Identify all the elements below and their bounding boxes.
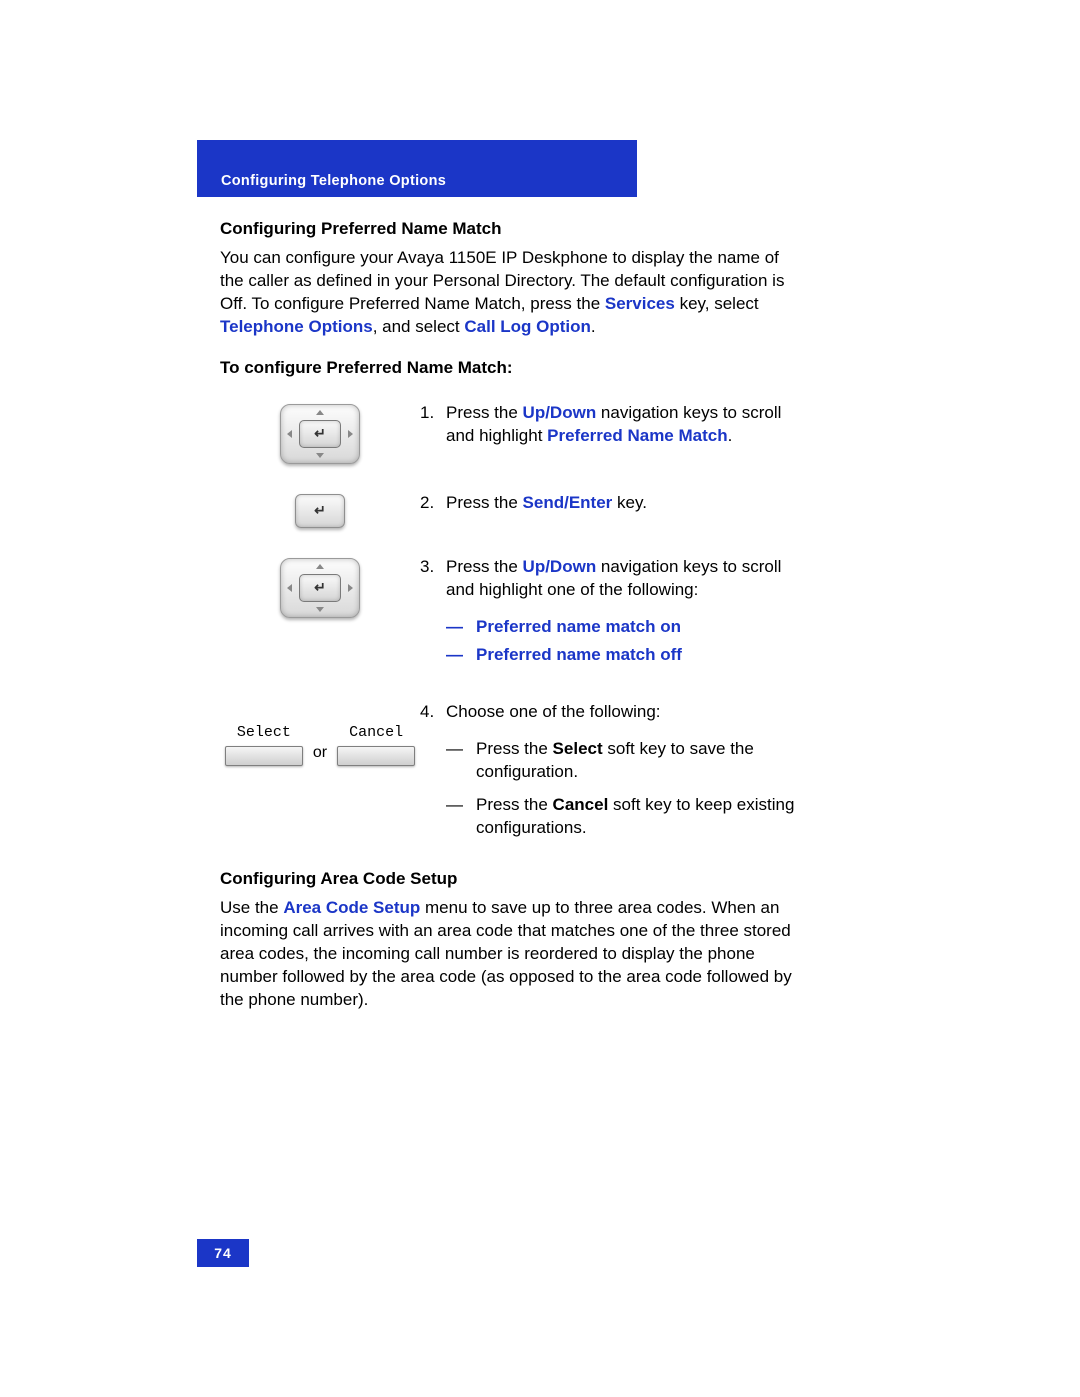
step-number: 1. bbox=[420, 402, 446, 448]
step-subtext: Press the Select soft key to save the co… bbox=[476, 738, 795, 784]
step-text: Press the bbox=[476, 795, 553, 814]
steps-list: ↵ 1. Press the Up/Down navigation keys t… bbox=[220, 402, 795, 850]
step-body: Choose one of the following: — Press the… bbox=[446, 701, 795, 850]
step-body: Press the Up/Down navigation keys to scr… bbox=[446, 556, 795, 674]
chapter-header-bar: Configuring Telephone Options bbox=[197, 140, 637, 197]
cancel-softkey-icon: Cancel bbox=[337, 723, 415, 765]
step-row: ↵ 3. Press the Up/Down navigation keys t… bbox=[220, 556, 795, 674]
step-subtext: Press the Cancel soft key to keep existi… bbox=[476, 794, 795, 840]
option-on: Preferred name match on bbox=[476, 616, 681, 639]
select-bold: Select bbox=[553, 739, 603, 758]
para-text: Use the bbox=[220, 898, 283, 917]
step-text: . bbox=[728, 426, 733, 445]
section-area-code: Configuring Area Code Setup Use the Area… bbox=[220, 868, 795, 1012]
step-number: 2. bbox=[420, 492, 446, 515]
step-row: Select or Cancel 4. Choose one of the fo… bbox=[220, 701, 795, 850]
select-label: Select bbox=[237, 723, 291, 743]
page-content: Configuring Preferred Name Match You can… bbox=[220, 218, 795, 1030]
dash-bullet: — bbox=[446, 616, 476, 639]
step-body: Press the Send/Enter key. bbox=[446, 492, 795, 515]
page-number: 74 bbox=[197, 1239, 249, 1267]
step-text: Press the bbox=[446, 493, 523, 512]
area-code-paragraph: Use the Area Code Setup menu to save up … bbox=[220, 897, 795, 1012]
up-down-link: Up/Down bbox=[523, 557, 597, 576]
cancel-bold: Cancel bbox=[553, 795, 609, 814]
dash-bullet: — bbox=[446, 738, 476, 784]
option-off: Preferred name match off bbox=[476, 644, 682, 667]
step-text: Press the bbox=[446, 403, 523, 422]
step-body: Press the Up/Down navigation keys to scr… bbox=[446, 402, 795, 448]
telephone-options-link: Telephone Options bbox=[220, 317, 373, 336]
intro-paragraph: You can configure your Avaya 1150E IP De… bbox=[220, 247, 795, 339]
up-down-link: Up/Down bbox=[523, 403, 597, 422]
procedure-subhead: To configure Preferred Name Match: bbox=[220, 357, 795, 380]
enter-key-icon: ↵ bbox=[295, 494, 345, 528]
send-enter-link: Send/Enter bbox=[523, 493, 613, 512]
nav-pad-icon: ↵ bbox=[280, 558, 360, 618]
intro-text: . bbox=[591, 317, 596, 336]
step-number: 3. bbox=[420, 556, 446, 674]
intro-text: , and select bbox=[373, 317, 465, 336]
call-log-option-link: Call Log Option bbox=[464, 317, 591, 336]
chapter-title: Configuring Telephone Options bbox=[221, 173, 446, 189]
step-row: ↵ 1. Press the Up/Down navigation keys t… bbox=[220, 402, 795, 464]
cancel-label: Cancel bbox=[349, 723, 403, 743]
intro-text: key, select bbox=[675, 294, 759, 313]
nav-pad-icon: ↵ bbox=[280, 404, 360, 464]
softkeys-icon: Select or Cancel bbox=[225, 723, 415, 765]
section-heading: Configuring Preferred Name Match bbox=[220, 218, 795, 241]
services-link: Services bbox=[605, 294, 675, 313]
dash-bullet: — bbox=[446, 644, 476, 667]
step-text: key. bbox=[612, 493, 647, 512]
step-text: Choose one of the following: bbox=[446, 702, 661, 721]
area-code-setup-link: Area Code Setup bbox=[283, 898, 420, 917]
document-page: Configuring Telephone Options Configurin… bbox=[0, 0, 1080, 1397]
dash-bullet: — bbox=[446, 794, 476, 840]
or-text: or bbox=[313, 726, 327, 764]
step-number: 4. bbox=[420, 701, 446, 850]
section-heading: Configuring Area Code Setup bbox=[220, 868, 795, 891]
select-softkey-icon: Select bbox=[225, 723, 303, 765]
step-row: ↵ 2. Press the Send/Enter key. bbox=[220, 492, 795, 528]
preferred-name-match-link: Preferred Name Match bbox=[547, 426, 727, 445]
step-text: Press the bbox=[446, 557, 523, 576]
step-text: Press the bbox=[476, 739, 553, 758]
